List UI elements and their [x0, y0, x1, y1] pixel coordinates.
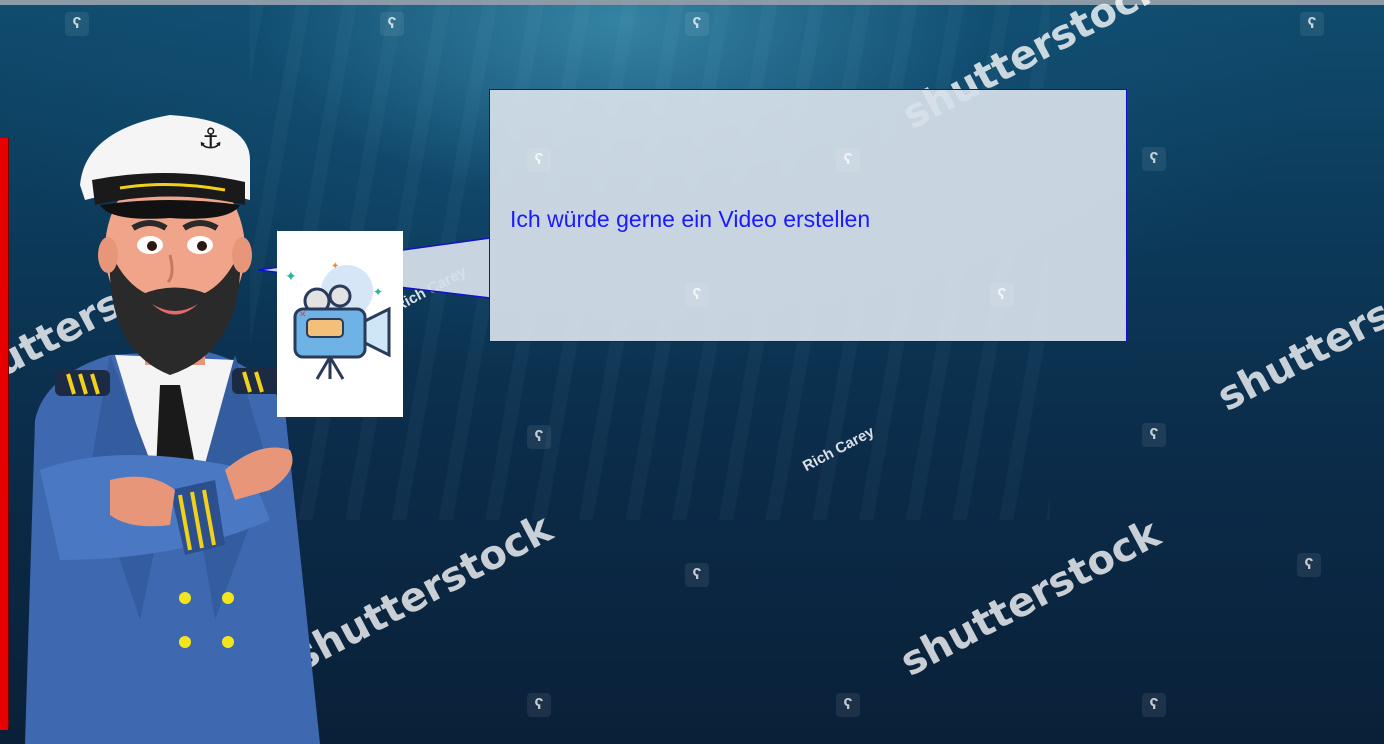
speech-bubble: ʕ ʕ ʕ ʕ Ich würde gerne ein Video erstel… [489, 89, 1127, 342]
svg-text:⚓: ⚓ [198, 122, 223, 155]
slide-canvas: shutterstock shutterstock shutterstock s… [0, 0, 1384, 744]
speech-bubble-text: Ich würde gerne ein Video erstellen [510, 206, 871, 232]
watermark-logo-icon: ʕ [990, 283, 1014, 307]
watermark-logo-icon: ʕ [527, 148, 551, 172]
video-camera-card: ✦ ✦ ✦ ✕ [277, 231, 403, 417]
watermark-logo-icon: ʕ [836, 148, 860, 172]
svg-text:✕: ✕ [299, 309, 307, 319]
svg-text:✦: ✦ [373, 285, 383, 299]
svg-text:✦: ✦ [285, 268, 297, 284]
watermark-logo-icon: ʕ [685, 283, 709, 307]
video-camera-icon: ✦ ✦ ✦ ✕ [285, 261, 391, 380]
svg-text:✦: ✦ [331, 261, 339, 272]
